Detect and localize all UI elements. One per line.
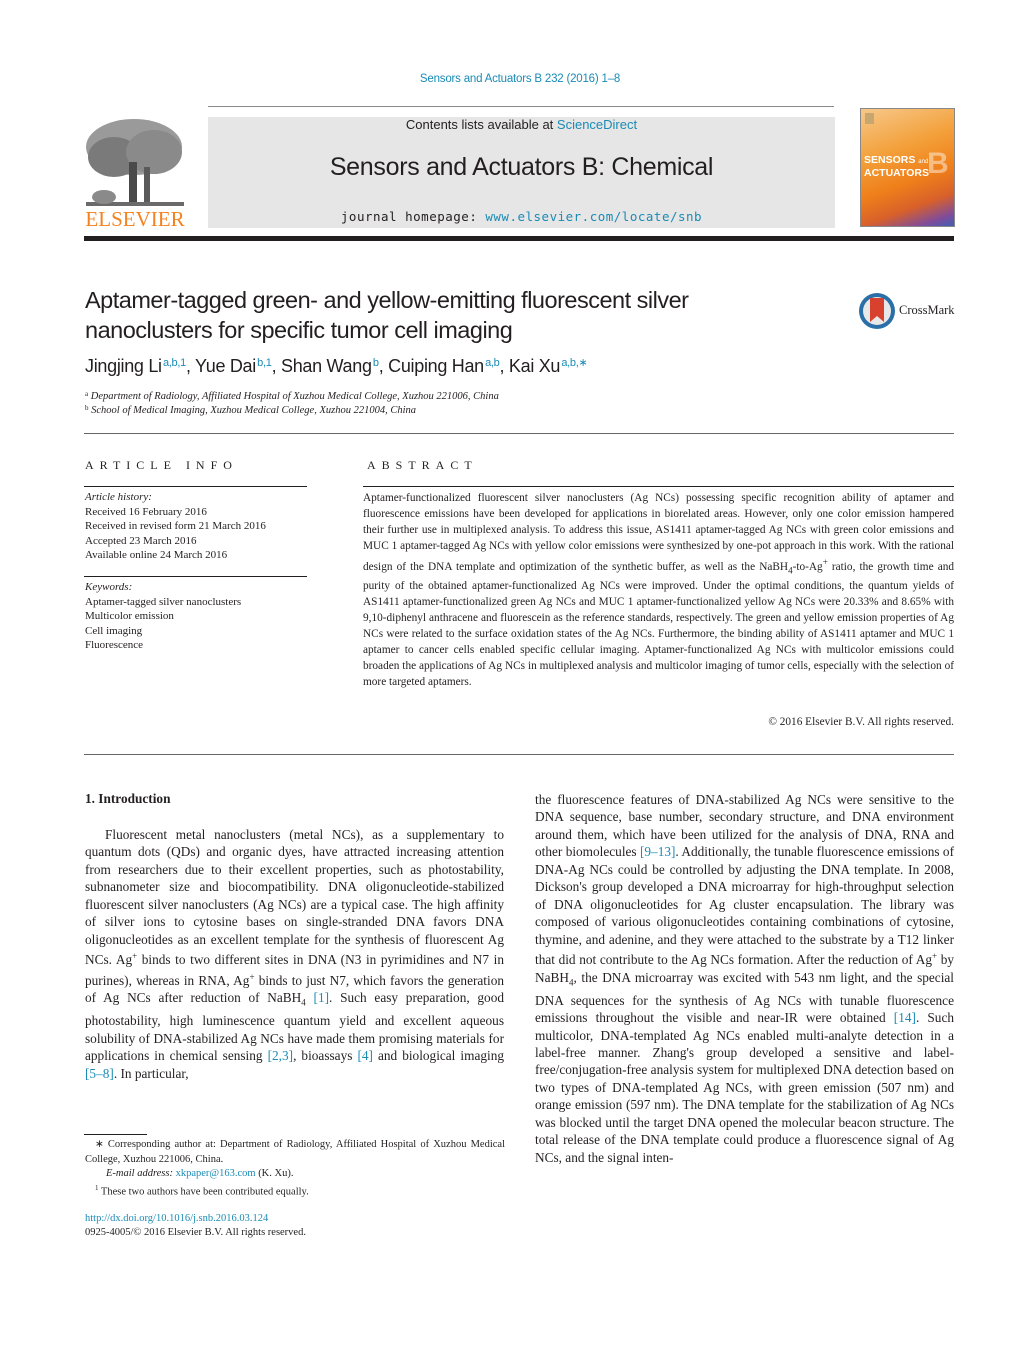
homepage-prefix: journal homepage: (340, 209, 486, 224)
introduction-left-column: Fluorescent metal nanoclusters (metal NC… (85, 826, 504, 1082)
history-online: Available online 24 March 2016 (85, 549, 228, 561)
cover-letter: B (927, 147, 949, 180)
reference-link[interactable]: [4] (357, 1048, 373, 1063)
crossmark-icon (859, 293, 895, 329)
contents-line: Contents lists available at ScienceDirec… (208, 117, 835, 132)
cover-publisher-icon (865, 113, 874, 124)
introduction-heading: 1. Introduction (85, 791, 171, 806)
journal-banner: Contents lists available at ScienceDirec… (208, 117, 835, 228)
footnote-equal-contribution: 1 These two authors have been contribute… (85, 1181, 505, 1200)
reference-link[interactable]: [5–8] (85, 1066, 114, 1081)
article-history-label: Article history: (85, 491, 152, 503)
author-name[interactable]: Yue Dai (195, 356, 256, 376)
footnote-rule (84, 1134, 147, 1135)
crossmark-label: CrossMark (899, 303, 955, 317)
footnote-email: E-mail address: xkpaper@163.com (K. Xu). (85, 1167, 506, 1182)
author-affil-mark[interactable]: a,b,1 (163, 357, 186, 369)
elsevier-logo[interactable]: ELSEVIER (84, 117, 186, 231)
affiliation-mark: a (85, 390, 89, 398)
history-revised: Received in revised form 21 March 2016 (85, 520, 266, 532)
footnote-corresponding: ∗ Corresponding author at: Department of… (85, 1139, 505, 1165)
keywords: Keywords: Aptamer-tagged silver nanoclus… (85, 580, 241, 653)
affiliation-text: School of Medical Imaging, Xuzhou Medica… (91, 405, 416, 416)
doi-link[interactable]: http://dx.doi.org/10.1016/j.snb.2016.03.… (85, 1212, 268, 1226)
cover-title-and: and (918, 159, 929, 165)
journal-citation[interactable]: Sensors and Actuators B 232 (2016) 1–8 (0, 73, 1020, 85)
article-info-heading: ARTICLE INFO (85, 458, 238, 472)
abstract-segment: ratio, the growth time and purity of the… (363, 561, 955, 689)
keywords-label: Keywords: (85, 581, 133, 593)
author-affil-mark[interactable]: a,b (485, 357, 500, 369)
article-title: Aptamer-tagged green- and yellow-emittin… (85, 287, 689, 343)
sciencedirect-link[interactable]: ScienceDirect (557, 117, 637, 132)
author-list: Jingjing Li a,b,1, Yue Dai b,1, Shan Wan… (85, 356, 588, 376)
text-segment: and biological imaging (372, 1048, 504, 1064)
header-thick-rule (84, 236, 954, 241)
text-segment (306, 990, 314, 1005)
reference-link[interactable]: [14] (894, 1010, 916, 1025)
text-segment: Fluorescent metal nanoclusters (metal NC… (85, 827, 504, 968)
history-received: Received 16 February 2016 (85, 505, 207, 518)
email-link[interactable]: xkpaper@163.com (176, 1168, 256, 1179)
text-segment: . Such multicolor, DNA-templated Ag NCs … (535, 1010, 954, 1165)
text-segment: . Additionally, the tunable fluorescence… (535, 844, 954, 968)
abstract-heading: ABSTRACT (367, 458, 478, 472)
journal-homepage: journal homepage: www.elsevier.com/locat… (208, 209, 835, 224)
affiliation-b: b School of Medical Imaging, Xuzhou Medi… (85, 404, 416, 416)
cover-title-line1: SENSORS (864, 154, 916, 166)
text-segment: , the DNA microarray was excited with 54… (535, 969, 954, 1026)
keyword: Fluorescence (85, 639, 144, 651)
author-affil-mark[interactable]: a,b,∗ (561, 357, 587, 369)
divider-keywords (84, 576, 307, 577)
divider-affiliations (84, 433, 954, 434)
abstract-text: Aptamer-functionalized fluorescent silve… (363, 490, 954, 690)
text-segment: , bioassays (293, 1048, 358, 1064)
text-segment: . In particular, (113, 1065, 189, 1081)
author-name[interactable]: Kai Xu (509, 356, 561, 376)
divider-main (84, 754, 954, 755)
divider-abstract (363, 486, 954, 487)
crossmark-badge[interactable]: CrossMark (858, 292, 968, 332)
journal-cover-image[interactable]: B SENSORS and ACTUATORS (860, 108, 955, 227)
homepage-link[interactable]: www.elsevier.com/locate/snb (485, 209, 702, 224)
header-divider (208, 106, 834, 107)
reference-link[interactable]: [2,3] (268, 1048, 293, 1063)
issn-copyright: 0925-4005/© 2016 Elsevier B.V. All right… (85, 1227, 306, 1238)
author-name[interactable]: Shan Wang (281, 356, 372, 376)
cover-title-line2: ACTUATORS (864, 167, 929, 179)
reference-link[interactable]: [1] (314, 990, 330, 1005)
keyword: Cell imaging (85, 624, 143, 637)
author-affil-mark[interactable]: b (373, 357, 379, 369)
doi-text[interactable]: http://dx.doi.org/10.1016/j.snb.2016.03.… (85, 1213, 268, 1224)
keyword: Multicolor emission (85, 610, 174, 622)
email-label: E-mail address: (106, 1168, 176, 1179)
contents-prefix: Contents lists available at (405, 117, 557, 132)
abstract-copyright: © 2016 Elsevier B.V. All rights reserved… (768, 716, 954, 728)
introduction-right-column: the fluorescence features of DNA-stabili… (535, 791, 954, 1166)
keyword: Aptamer-tagged silver nanoclusters (85, 595, 242, 608)
email-suffix: (K. Xu). (255, 1168, 294, 1179)
elsevier-wordmark: ELSEVIER (85, 207, 184, 229)
divider-article-info (84, 486, 307, 487)
abstract-segment: -to-Ag (792, 561, 823, 573)
history-accepted: Accepted 23 March 2016 (85, 534, 197, 547)
affiliation-a: a Department of Radiology, Affiliated Ho… (85, 390, 499, 402)
cover-title: SENSORS and ACTUATORS (864, 155, 929, 179)
article-history: Article history: Received 16 February 20… (85, 490, 266, 563)
footnote-text: These two authors have been contributed … (98, 1186, 309, 1198)
affiliation-mark: b (85, 404, 89, 412)
journal-title: Sensors and Actuators B: Chemical (329, 153, 714, 181)
author-affil-mark[interactable]: b,1 (257, 357, 272, 369)
author-name[interactable]: Jingjing Li (85, 356, 162, 376)
author-name[interactable]: Cuiping Han (388, 356, 484, 376)
elsevier-tree-icon: ELSEVIER (85, 119, 185, 231)
affiliation-text: Department of Radiology, Affiliated Hosp… (90, 391, 499, 402)
reference-link[interactable]: [9–13] (640, 844, 675, 859)
